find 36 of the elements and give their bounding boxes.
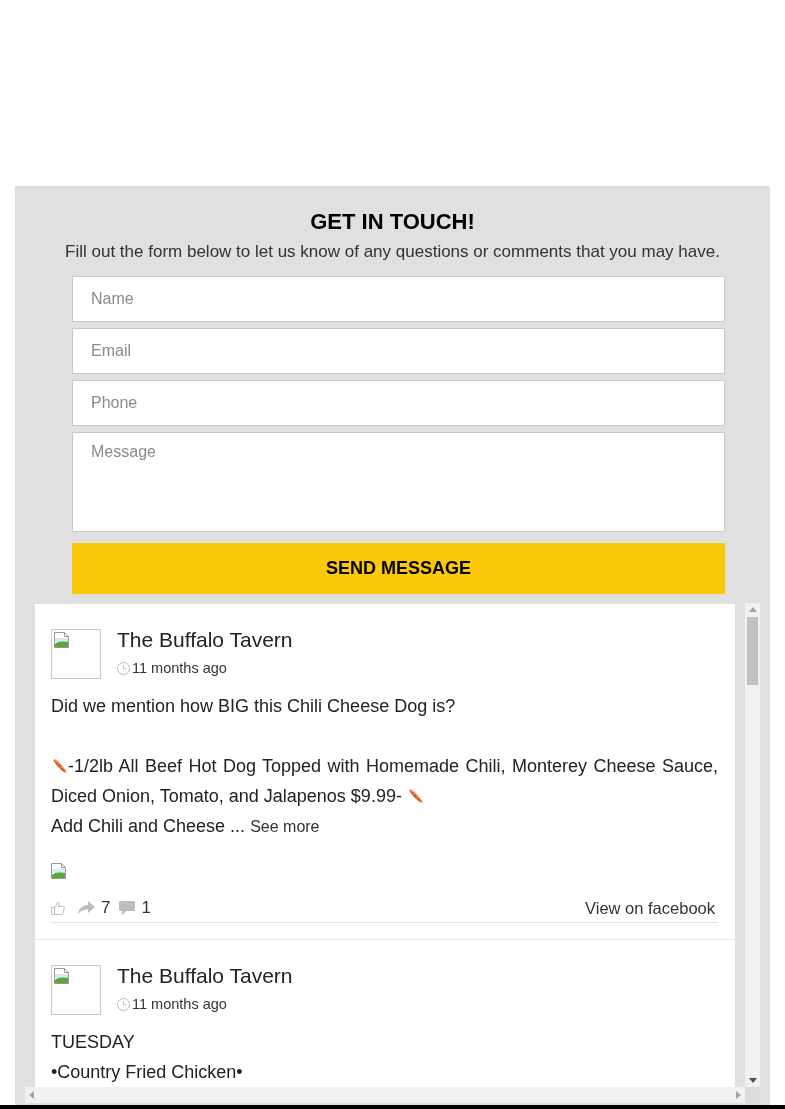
message-field[interactable]: Message <box>72 432 725 532</box>
clock-icon <box>117 997 130 1011</box>
post-text: •Country Fried Chicken• <box>51 1061 244 1084</box>
comment-count: 1 <box>141 898 151 918</box>
input-field[interactable]: Email <box>72 328 725 374</box>
scrollbar-thumb[interactable] <box>747 617 758 685</box>
share-count: 7 <box>101 898 111 918</box>
horizontal-scrollbar[interactable] <box>25 1087 745 1103</box>
author-name: The Buffalo Tavern <box>117 964 293 988</box>
view-on-facebook-link[interactable]: View on facebook <box>585 898 715 918</box>
thumbs-up-icon <box>51 901 65 915</box>
post-text: Diced Onion, Tomato, and Jalapenos $9.99- <box>51 785 402 808</box>
post-text: TUESDAY <box>51 1031 136 1054</box>
vertical-scrollbar[interactable] <box>745 603 760 1087</box>
see-more-link[interactable]: See more <box>250 818 320 835</box>
broken-image-icon <box>54 968 70 984</box>
broken-image-icon <box>54 632 70 648</box>
clock-icon <box>117 661 130 675</box>
share-icon <box>78 901 95 915</box>
post-text: Did we mention how BIG this Chili Cheese Dog is? <box>51 695 457 718</box>
scroll-right-arrow-icon[interactable] <box>736 1091 741 1099</box>
hot-dog-icon <box>51 758 68 774</box>
post-text: -1/2lb All Beef Hot Dog Topped with Homemade Chili, Monterey Cheese Sauce, <box>68 755 718 778</box>
scroll-left-arrow-icon[interactable] <box>29 1091 34 1099</box>
scroll-up-arrow-icon[interactable] <box>748 607 757 612</box>
post-time: 11 months ago <box>132 996 227 1012</box>
author-name: The Buffalo Tavern <box>117 628 293 652</box>
form-title: GET IN TOUCH! <box>310 208 475 236</box>
scroll-down-arrow-icon[interactable] <box>748 1078 757 1083</box>
post-text: Add Chili and Cheese ... <box>51 816 246 836</box>
input-field[interactable]: Phone <box>72 380 725 426</box>
comment-icon <box>119 901 136 915</box>
input-field[interactable]: Name <box>72 276 725 322</box>
post-time: 11 months ago <box>132 660 227 676</box>
send-message-button[interactable]: SEND MESSAGE <box>72 543 725 594</box>
form-subtitle: Fill out the form below to let us know of any questions or comments that you may have. <box>65 242 720 262</box>
